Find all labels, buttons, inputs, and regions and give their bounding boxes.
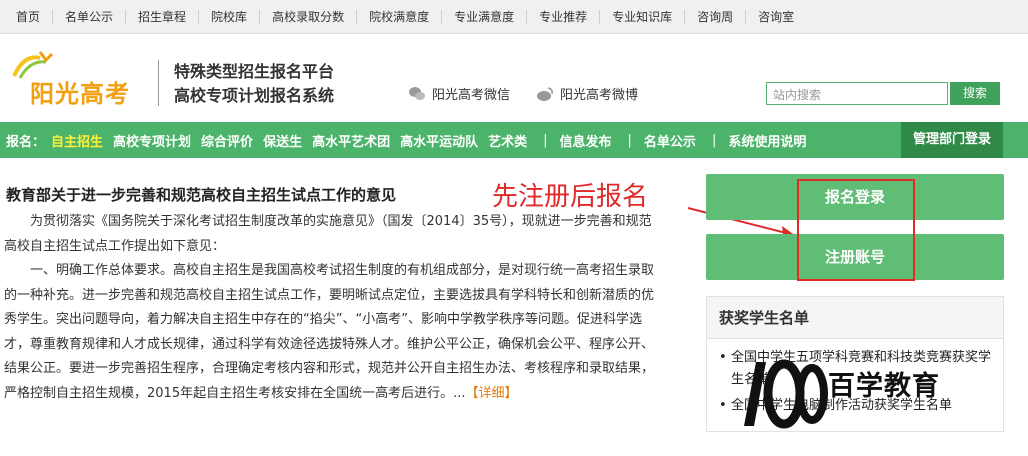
- award-panel-title: 获奖学生名单: [707, 297, 1003, 339]
- nav-separator: |: [627, 132, 632, 148]
- register-nav: 报名： 自主招生 高校专项计划 综合评价 保送生 高水平艺术团 高水平运动队 艺…: [0, 122, 1028, 158]
- award-panel: 获奖学生名单 全国中学生五项学科竞赛和科技类竞赛获奖学生名单 全国中学生电脑制作…: [706, 296, 1004, 432]
- register-nav-label: 报名：: [6, 134, 46, 150]
- top-nav-college-satisfaction[interactable]: 院校满意度: [357, 9, 443, 24]
- nav-link-info[interactable]: 信息发布: [560, 131, 612, 150]
- weibo-label: 阳光高考微博: [560, 88, 639, 103]
- nav-separator: |: [711, 132, 717, 148]
- nav-link-manual[interactable]: 系统使用说明: [728, 131, 806, 150]
- wechat-link[interactable]: 阳光高考微信: [408, 84, 510, 103]
- top-nav-home[interactable]: 首页: [0, 9, 54, 24]
- award-list: 全国中学生五项学科竞赛和科技类竞赛获奖学生名单 全国中学生电脑制作活动获奖学生名…: [707, 339, 1003, 417]
- top-nav-consult-room[interactable]: 咨询室: [746, 10, 806, 24]
- article-paragraph: 一、明确工作总体要求。高校自主招生是我国高校考试招生制度的有机组成部分，是对现行…: [4, 259, 664, 406]
- top-nav-scores[interactable]: 高校录取分数: [260, 9, 358, 24]
- top-nav-major-recommend[interactable]: 专业推荐: [527, 9, 601, 24]
- annotation-highlight-box: [797, 179, 915, 281]
- nav-item-special-plan[interactable]: 高校专项计划: [113, 131, 191, 150]
- top-nav: 首页 名单公示 招生章程 院校库 高校录取分数 院校满意度 专业满意度 专业推荐…: [0, 0, 1028, 34]
- article-paragraph-text: 一、明确工作总体要求。高校自主招生是我国高校考试招生制度的有机组成部分，是对现行…: [4, 263, 655, 401]
- nav-separator: |: [543, 132, 548, 148]
- nav-item-art-troupe[interactable]: 高水平艺术团: [312, 131, 390, 150]
- top-nav-major-satisfaction[interactable]: 专业满意度: [442, 9, 528, 24]
- read-more-link[interactable]: 【详细】: [465, 386, 517, 401]
- manager-login-button[interactable]: 管理部门登录: [901, 122, 1003, 158]
- nav-item-comprehensive[interactable]: 综合评价: [201, 131, 253, 150]
- article-title[interactable]: 教育部关于进一步完善和规范高校自主招生试点工作的意见: [6, 184, 396, 205]
- top-nav-consult-week[interactable]: 咨询周: [685, 9, 747, 24]
- top-nav-list[interactable]: 名单公示: [53, 9, 127, 24]
- platform-line-2: 高校专项计划报名系统: [174, 86, 335, 105]
- top-nav-charter[interactable]: 招生章程: [126, 9, 200, 24]
- top-nav-colleges[interactable]: 院校库: [199, 9, 261, 24]
- nav-item-independent-enrollment[interactable]: 自主招生: [51, 131, 103, 150]
- logo-text: 阳光高考: [30, 80, 130, 108]
- award-list-item[interactable]: 全国中学生电脑制作活动获奖学生名单: [719, 395, 991, 417]
- award-list-item[interactable]: 全国中学生五项学科竞赛和科技类竞赛获奖学生名单: [719, 347, 991, 391]
- header-divider: [158, 60, 159, 106]
- wechat-label: 阳光高考微信: [432, 88, 511, 103]
- search-button[interactable]: 搜索: [950, 82, 1000, 105]
- weibo-link[interactable]: 阳光高考微博: [536, 84, 638, 103]
- article-paragraph: 为贯彻落实《国务院关于深化考试招生制度改革的实施意见》（国发〔2014〕35号）…: [4, 214, 652, 254]
- platform-title: 特殊类型招生报名平台 高校专项计划报名系统: [174, 60, 334, 108]
- nav-item-recommended[interactable]: 保送生: [263, 131, 302, 150]
- nav-item-arts[interactable]: 艺术类: [488, 131, 527, 150]
- article-body: 为贯彻落实《国务院关于深化考试招生制度改革的实施意见》（国发〔2014〕35号）…: [4, 210, 664, 406]
- nav-link-list[interactable]: 名单公示: [644, 131, 696, 150]
- weibo-icon: [537, 86, 553, 101]
- top-nav-major-knowledge[interactable]: 专业知识库: [600, 9, 686, 24]
- nav-item-sports-team[interactable]: 高水平运动队: [400, 131, 478, 150]
- platform-line-1: 特殊类型招生报名平台: [174, 62, 335, 81]
- search-input[interactable]: 站内搜索: [766, 82, 948, 105]
- annotation-text: 先注册后报名: [492, 182, 649, 212]
- site-logo[interactable]: 阳光高考: [8, 46, 140, 110]
- wechat-icon: [409, 86, 425, 100]
